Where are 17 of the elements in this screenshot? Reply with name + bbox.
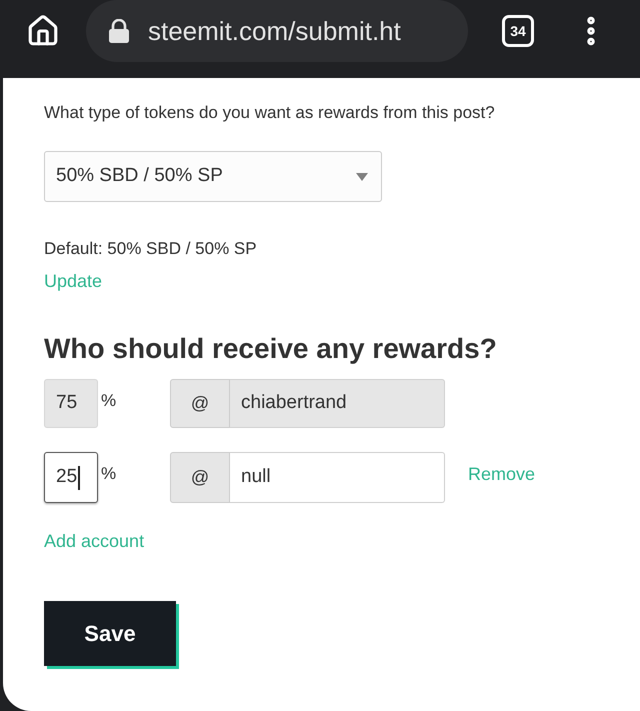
- at-sign-addon: @: [170, 379, 230, 428]
- at-sign-addon: @: [170, 452, 230, 503]
- percent-field[interactable]: 25: [44, 452, 98, 503]
- text-cursor-icon: [78, 466, 80, 490]
- tab-switcher-button[interactable]: 34: [502, 15, 534, 47]
- account-field[interactable]: null: [230, 452, 445, 503]
- beneficiaries-heading: Who should receive any rewards?: [44, 332, 498, 366]
- percent-sign: %: [101, 464, 116, 484]
- lock-icon: [109, 19, 129, 43]
- caret-icon: [356, 172, 368, 180]
- default-rewards-text: Default: 50% SBD / 50% SP: [44, 238, 258, 260]
- save-button[interactable]: Save: [44, 601, 176, 666]
- reward-type-select[interactable]: 50% SBD / 50% SP: [44, 151, 382, 202]
- token-question-text: What type of tokens do you want as rewards from this post?: [44, 102, 496, 124]
- address-bar[interactable]: steemit.com/submit.ht: [86, 0, 468, 62]
- percent-sign: %: [101, 391, 116, 411]
- home-icon[interactable]: [26, 14, 60, 48]
